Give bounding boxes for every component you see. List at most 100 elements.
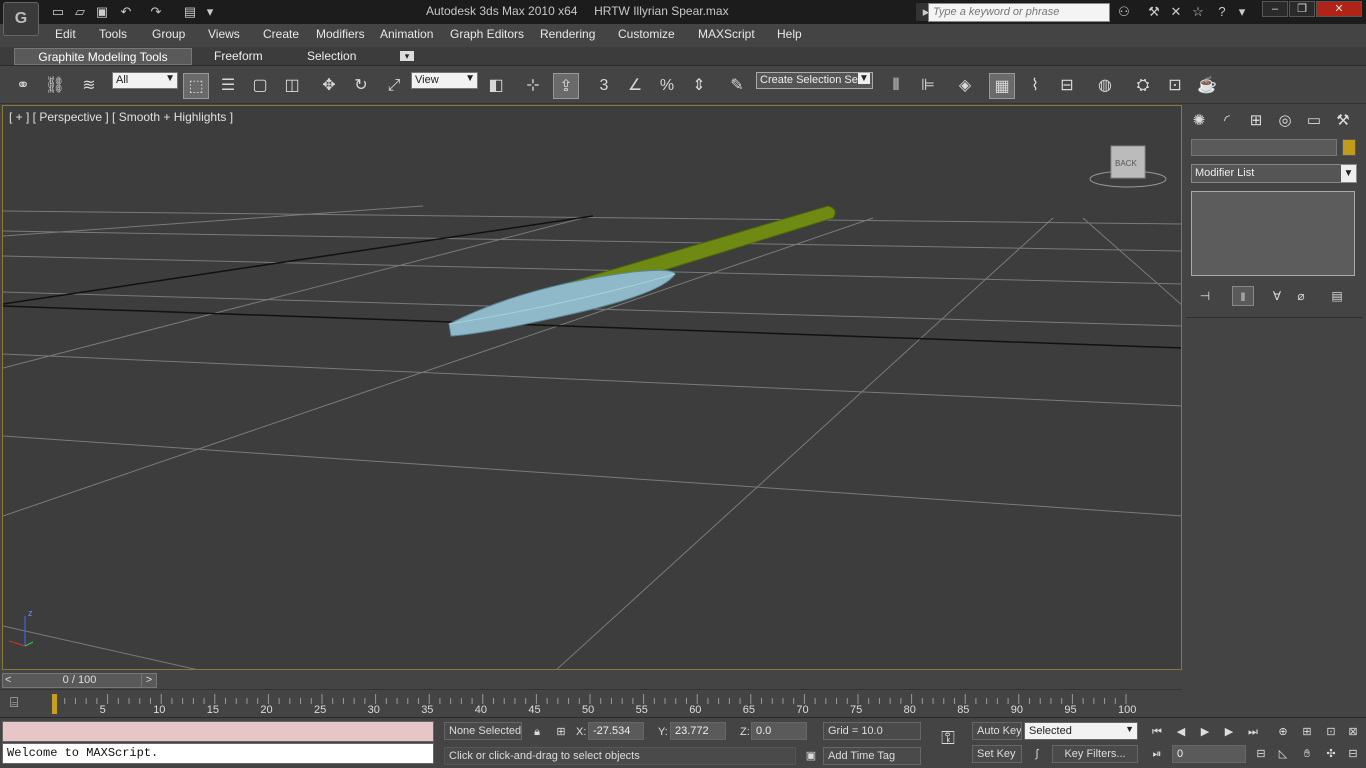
- material-editor-icon[interactable]: ◍: [1092, 73, 1118, 99]
- help-dropdown-icon[interactable]: ▾: [1232, 3, 1252, 21]
- menu-help[interactable]: Help: [777, 27, 802, 41]
- select-by-name-icon[interactable]: ☰: [215, 73, 241, 99]
- use-pivot-center-icon[interactable]: ◧: [483, 73, 509, 99]
- select-and-scale-icon[interactable]: ⤢: [381, 73, 407, 99]
- undo-icon[interactable]: ↶: [116, 3, 136, 21]
- selection-lock-icon[interactable]: 🔒︎: [526, 724, 548, 740]
- schematic-view-icon[interactable]: ⊟: [1054, 73, 1080, 99]
- open-file-icon[interactable]: ▱: [70, 3, 90, 21]
- current-frame-marker[interactable]: [52, 694, 57, 714]
- remove-modifier-icon[interactable]: ⌀: [1290, 286, 1312, 306]
- configure-modifier-sets-icon[interactable]: ▤: [1326, 286, 1348, 306]
- hierarchy-tab-icon[interactable]: ⊞: [1243, 109, 1269, 133]
- project-folder-icon[interactable]: ▤: [180, 3, 200, 21]
- pin-stack-icon[interactable]: ⊣: [1194, 286, 1216, 306]
- named-selection-sets-dropdown[interactable]: Create Selection Se ▼: [756, 72, 873, 89]
- rectangular-selection-icon[interactable]: ▢: [247, 73, 273, 99]
- track-bar[interactable]: ⌸ 5 10 15 20 25 30 35 40 45 50 55 60 65 70 75 80 85 90 95 1…: [0, 689, 1182, 717]
- favorites-star-icon[interactable]: ☆: [1188, 3, 1208, 21]
- auto-key-button[interactable]: Auto Key: [972, 722, 1022, 740]
- percent-snap-icon[interactable]: %: [654, 73, 680, 99]
- modifier-stack[interactable]: [1191, 191, 1355, 276]
- ribbon-minimize-icon[interactable]: ▾: [400, 51, 414, 61]
- unlink-selection-icon[interactable]: ⛓: [42, 73, 68, 99]
- keyboard-shortcut-override-icon[interactable]: ⇪: [553, 73, 579, 99]
- app-menu-logo-icon[interactable]: G: [3, 2, 39, 36]
- close-button[interactable]: ✕: [1316, 1, 1362, 17]
- modify-tab-icon[interactable]: ◜: [1214, 109, 1240, 133]
- communication-center-icon[interactable]: ✕: [1166, 3, 1186, 21]
- window-crossing-icon[interactable]: ◫: [279, 73, 305, 99]
- viewcube[interactable]: BACK: [1089, 145, 1167, 188]
- z-coordinate-field[interactable]: 0.0: [751, 722, 807, 740]
- time-slider-next[interactable]: >: [141, 673, 157, 688]
- time-slider-prev[interactable]: <: [5, 674, 11, 687]
- next-frame-icon[interactable]: ▶: [1218, 724, 1240, 740]
- set-key-button[interactable]: Set Key: [972, 745, 1022, 763]
- key-mode-toggle-icon[interactable]: ⏯: [1146, 746, 1168, 762]
- x-coordinate-field[interactable]: -27.534: [588, 722, 644, 740]
- menu-rendering[interactable]: Rendering: [540, 27, 595, 41]
- curve-editor-icon[interactable]: ⌇: [1022, 73, 1048, 99]
- time-configuration-icon[interactable]: ⊟: [1250, 746, 1272, 762]
- subscription-center-icon[interactable]: ⚒: [1144, 3, 1164, 21]
- select-and-manipulate-icon[interactable]: ⊹: [520, 73, 546, 99]
- select-and-move-icon[interactable]: ✥: [316, 73, 342, 99]
- render-production-icon[interactable]: ☕: [1194, 73, 1220, 99]
- graphite-toggle-icon[interactable]: ▦: [989, 73, 1015, 99]
- absolute-mode-icon[interactable]: ⊞: [550, 724, 572, 740]
- mini-curve-editor-icon[interactable]: ⌸: [10, 694, 32, 712]
- menu-views[interactable]: Views: [208, 27, 240, 41]
- zoom-all-icon[interactable]: ⊞: [1296, 724, 1318, 740]
- zoom-extents-icon[interactable]: ⊡: [1320, 724, 1342, 740]
- tab-freeform[interactable]: Freeform: [214, 48, 263, 65]
- object-color-swatch[interactable]: [1342, 139, 1356, 156]
- menu-edit[interactable]: Edit: [55, 27, 76, 41]
- binoculars-icon[interactable]: ⚇: [1114, 3, 1134, 21]
- field-of-view-icon[interactable]: ◺: [1272, 746, 1294, 762]
- utilities-tab-icon[interactable]: ⚒: [1330, 109, 1356, 133]
- make-unique-icon[interactable]: ∀: [1266, 286, 1288, 306]
- rendered-frame-window-icon[interactable]: ⊡: [1162, 73, 1188, 99]
- spear-object[interactable]: [448, 205, 836, 337]
- set-key-large-icon[interactable]: ⚿: [932, 728, 964, 756]
- add-time-tag-button[interactable]: Add Time Tag: [823, 747, 921, 765]
- key-filters-button[interactable]: Key Filters...: [1052, 745, 1138, 763]
- tab-selection[interactable]: Selection: [307, 48, 356, 65]
- maximize-viewport-icon[interactable]: ⊟: [1342, 746, 1364, 762]
- menu-group[interactable]: Group: [152, 27, 185, 41]
- pan-view-icon[interactable]: ✋︎: [1296, 746, 1318, 762]
- edit-named-selection-icon[interactable]: ✎: [724, 73, 750, 99]
- mirror-icon[interactable]: ⫴: [883, 73, 909, 99]
- time-slider[interactable]: < 0 / 100: [2, 673, 157, 688]
- selection-filter-dropdown[interactable]: All ▼: [112, 72, 178, 89]
- tab-graphite-modeling-tools[interactable]: Graphite Modeling Tools: [14, 48, 192, 65]
- perspective-viewport[interactable]: BACK z [ + ] [ Perspective ] [ Smooth + …: [2, 105, 1182, 670]
- motion-tab-icon[interactable]: ◎: [1272, 109, 1298, 133]
- menu-customize[interactable]: Customize: [618, 27, 675, 41]
- reference-coordinate-dropdown[interactable]: View ▼: [411, 72, 478, 89]
- go-to-end-icon[interactable]: ⏭: [1242, 724, 1264, 740]
- default-tangents-icon[interactable]: ∫: [1026, 746, 1048, 762]
- maximize-button[interactable]: ❐: [1289, 1, 1315, 17]
- angle-snap-icon[interactable]: ∠: [622, 73, 648, 99]
- object-name-field[interactable]: [1191, 139, 1337, 156]
- menu-animation[interactable]: Animation: [380, 27, 433, 41]
- save-file-icon[interactable]: ▣: [92, 3, 112, 21]
- show-end-result-icon[interactable]: ‖: [1232, 286, 1254, 306]
- go-to-start-icon[interactable]: ⏮: [1146, 724, 1168, 740]
- align-icon[interactable]: ⊫: [915, 73, 941, 99]
- quick-access-dropdown-icon[interactable]: ▾: [200, 3, 220, 21]
- spinner-snap-icon[interactable]: ⇕: [686, 73, 712, 99]
- layer-manager-icon[interactable]: ◈: [952, 73, 978, 99]
- menu-modifiers[interactable]: Modifiers: [316, 27, 365, 41]
- search-input[interactable]: Type a keyword or phrase: [928, 3, 1110, 22]
- create-tab-icon[interactable]: ✺: [1186, 109, 1212, 133]
- minimize-button[interactable]: –: [1262, 1, 1288, 17]
- modifier-list-dropdown[interactable]: Modifier List ▼: [1191, 164, 1357, 183]
- current-frame-field[interactable]: 0: [1172, 745, 1246, 763]
- snaps-toggle-icon[interactable]: 3: [591, 73, 617, 99]
- help-icon[interactable]: ?: [1212, 3, 1232, 21]
- menu-maxscript[interactable]: MAXScript: [698, 27, 755, 41]
- select-and-link-icon[interactable]: ⚭: [10, 73, 36, 99]
